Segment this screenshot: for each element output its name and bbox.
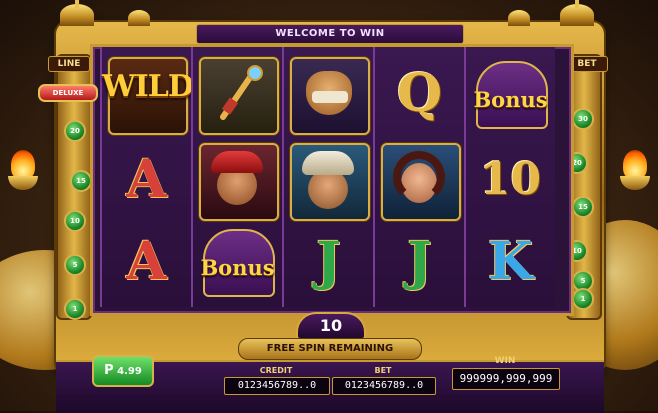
symbol-staff <box>193 51 282 137</box>
symbol-j: J <box>316 231 341 292</box>
symbol-wild: WILD <box>102 51 194 137</box>
symbol-a: A <box>126 231 167 292</box>
symbol-bonus: Bonus <box>466 51 555 137</box>
symbol-vizier <box>193 137 282 223</box>
free-spin-count: 10 <box>296 312 366 340</box>
bet-amount-label: BET <box>374 366 392 375</box>
win-label: WIN <box>494 356 516 366</box>
symbol-a: A <box>126 149 167 210</box>
welcome-title: WELCOME TO WIN <box>196 24 464 44</box>
line-coin-15[interactable]: 15 <box>70 170 92 192</box>
balance-button[interactable]: P 4.99 <box>92 355 154 387</box>
symbol-princess <box>375 137 464 223</box>
bet-coin-15[interactable]: 15 <box>572 196 594 218</box>
symbol-k: K <box>487 231 534 292</box>
bet-coin-30[interactable]: 30 <box>572 108 594 130</box>
symbol-prince <box>284 137 373 223</box>
line-label: LINE <box>48 56 90 72</box>
symbol-q: Q <box>396 63 443 124</box>
reel-1: WILD A A <box>100 47 194 307</box>
symbol-bonus: Bonus <box>193 219 282 305</box>
symbol-camel <box>284 51 373 137</box>
symbol-j: J <box>407 231 432 292</box>
torch-right-icon <box>620 150 650 192</box>
bet-coin-1[interactable]: 1 <box>572 288 594 310</box>
symbol-10: 10 <box>479 154 542 205</box>
p-icon: P <box>104 363 114 378</box>
line-coin-20[interactable]: 20 <box>64 120 86 142</box>
reel-4: Q J <box>373 47 464 307</box>
torch-left-icon <box>8 150 38 192</box>
staff-icon <box>220 65 263 120</box>
bet-amount-value: 0123456789..0 <box>332 377 436 395</box>
free-spin-label: FREE SPIN REMAINING <box>238 338 422 360</box>
line-coin-10[interactable]: 10 <box>64 210 86 232</box>
credit-value: 0123456789..0 <box>224 377 330 395</box>
dome-left-2 <box>128 10 150 26</box>
win-value: 999999,999,999 <box>452 368 560 390</box>
reel-5: Bonus 10 K <box>464 47 555 307</box>
prince-icon <box>308 169 348 209</box>
line-coin-5[interactable]: 5 <box>64 254 86 276</box>
deluxe-badge: DELUXE <box>38 84 98 102</box>
credit-label: CREDIT <box>259 366 293 375</box>
reel-3: J <box>282 47 373 307</box>
dome-right-2 <box>508 10 530 26</box>
line-coin-1[interactable]: 1 <box>64 298 86 320</box>
spire-right <box>575 0 579 10</box>
balance-value: 4.99 <box>117 366 142 377</box>
free-spin-plaque: 10 FREE SPIN REMAINING <box>238 312 422 360</box>
reel-2: Bonus <box>191 47 282 307</box>
spire-left <box>75 0 79 10</box>
